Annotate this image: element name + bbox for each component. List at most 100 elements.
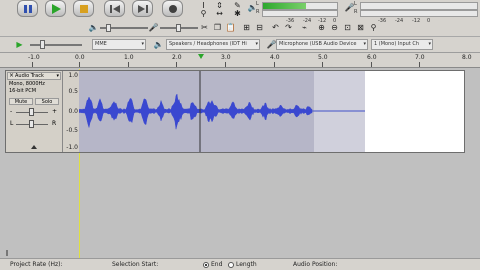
ruler-label: 0.0 bbox=[75, 54, 85, 61]
recording-device-value: Microphone (USB Audio Device bbox=[279, 41, 357, 47]
scale-label: 0.5 bbox=[68, 88, 78, 95]
recording-device-select[interactable]: Microphone (USB Audio Device ▾ bbox=[276, 39, 368, 50]
redo-icon[interactable]: ↷ bbox=[283, 22, 294, 33]
sync-lock-icon[interactable]: ⌁ bbox=[299, 22, 310, 33]
fit-selection-icon[interactable]: ⊡ bbox=[342, 22, 353, 33]
meter-r-label: R bbox=[256, 9, 260, 15]
zoom-toggle-icon[interactable]: ⚲ bbox=[368, 22, 379, 33]
pause-button[interactable] bbox=[17, 0, 38, 17]
scale-label: 0.0 bbox=[68, 108, 78, 115]
chevron-down-icon: ▾ bbox=[56, 73, 59, 79]
ruler-tick bbox=[371, 62, 372, 67]
pause-icon bbox=[24, 5, 32, 13]
skip-to-start-button[interactable] bbox=[104, 0, 125, 17]
playback-level-fill bbox=[263, 3, 306, 9]
record-level-meter-r[interactable] bbox=[360, 10, 478, 17]
close-icon[interactable]: × bbox=[9, 73, 14, 79]
end-label: End bbox=[211, 261, 223, 268]
playback-speed-thumb[interactable] bbox=[40, 40, 45, 49]
track-format-line2: 16-bit PCM bbox=[9, 88, 37, 94]
cut-icon[interactable]: ✂ bbox=[199, 22, 210, 33]
timeline-ruler[interactable]: -1.0 0.0 1.0 2.0 3.0 4.0 5.0 6.0 7.0 8.0 bbox=[0, 53, 480, 68]
chevron-down-icon: ▾ bbox=[141, 41, 144, 47]
record-volume-thumb[interactable] bbox=[176, 24, 181, 32]
record-level-meter[interactable] bbox=[360, 2, 478, 10]
track-area-scrollbar-left[interactable] bbox=[6, 250, 8, 256]
time-shift-tool-icon[interactable]: ↔ bbox=[214, 8, 225, 19]
undo-icon[interactable]: ↶ bbox=[270, 22, 281, 33]
ruler-tick bbox=[225, 62, 226, 67]
silence-icon[interactable]: ⊟ bbox=[254, 22, 265, 33]
multi-tool-icon[interactable]: ✱ bbox=[232, 8, 243, 19]
rec-meter-r-label: R bbox=[354, 9, 358, 15]
ruler-label: 7.0 bbox=[415, 54, 425, 61]
ruler-label: 3.0 bbox=[221, 54, 231, 61]
audio-position-label: Audio Position: bbox=[293, 261, 338, 268]
ruler-tick bbox=[419, 62, 420, 67]
rec-meter-l-label: L bbox=[354, 1, 357, 7]
chevron-down-icon: ▾ bbox=[428, 41, 431, 47]
stop-icon bbox=[80, 5, 88, 13]
output-speaker-icon: 🔈 bbox=[153, 40, 164, 49]
track-name: Audio Track bbox=[15, 73, 44, 79]
selection-start-label: Selection Start: bbox=[112, 261, 159, 268]
playback-device-select[interactable]: Speakers / Headphones (IDT Hi ▾ bbox=[166, 39, 260, 50]
paste-icon[interactable]: 📋 bbox=[225, 22, 236, 33]
length-radio-option[interactable]: Length bbox=[228, 261, 257, 268]
ruler-tick bbox=[322, 62, 323, 67]
mute-button[interactable]: Mute bbox=[9, 98, 33, 105]
ruler-tick bbox=[79, 62, 80, 67]
play-at-speed-icon[interactable]: ▶ bbox=[14, 39, 25, 50]
end-radio-option[interactable]: End bbox=[203, 261, 222, 268]
playback-level-meter-r[interactable] bbox=[262, 10, 338, 17]
ruler-label: 6.0 bbox=[367, 54, 377, 61]
pan-slider-thumb[interactable] bbox=[29, 120, 34, 128]
length-radio[interactable] bbox=[228, 261, 234, 268]
end-radio[interactable] bbox=[203, 261, 209, 268]
play-head-marker[interactable] bbox=[198, 54, 204, 59]
main-toolbar: I ⇕ ✎ ⚲ ↔ ✱ 🔈 L R -36 -24 -12 0 🎤 L R -3… bbox=[0, 0, 480, 37]
playback-speed-slider[interactable] bbox=[30, 44, 82, 46]
record-scale-3: -12 bbox=[412, 18, 421, 24]
copy-icon[interactable]: ❐ bbox=[212, 22, 223, 33]
play-icon bbox=[52, 4, 61, 14]
audio-host-select[interactable]: MME ▾ bbox=[92, 39, 146, 50]
input-channels-value: 1 (Mono) Input Ch bbox=[374, 41, 420, 47]
zoom-tool-icon[interactable]: ⚲ bbox=[198, 8, 209, 19]
input-channels-select[interactable]: 1 (Mono) Input Ch ▾ bbox=[371, 39, 433, 50]
ruler-label: 2.0 bbox=[172, 54, 182, 61]
track-format-line1: Mono, 8000Hz bbox=[9, 81, 45, 87]
skip-end-icon bbox=[138, 5, 148, 13]
ruler-label: -1.0 bbox=[28, 54, 40, 61]
ruler-tick bbox=[176, 62, 177, 67]
collapse-track-icon[interactable] bbox=[31, 145, 37, 149]
play-button[interactable] bbox=[45, 0, 66, 17]
zoom-in-icon[interactable]: ⊕ bbox=[316, 22, 327, 33]
playback-volume-thumb[interactable] bbox=[106, 24, 111, 32]
waveform-display[interactable] bbox=[79, 71, 464, 152]
stop-button[interactable] bbox=[73, 0, 94, 17]
trim-icon[interactable]: ⊞ bbox=[241, 22, 252, 33]
solo-button[interactable]: Solo bbox=[35, 98, 59, 105]
waveform bbox=[79, 71, 365, 152]
chevron-down-icon: ▾ bbox=[255, 41, 258, 47]
skip-start-icon bbox=[110, 5, 120, 13]
gain-plus-label: + bbox=[52, 108, 58, 115]
status-bar: Project Rate (Hz): Selection Start: End … bbox=[0, 258, 480, 270]
pan-right-label: R bbox=[52, 120, 57, 127]
skip-to-end-button[interactable] bbox=[132, 0, 153, 17]
fit-project-icon[interactable]: ⊠ bbox=[355, 22, 366, 33]
record-scale-4: 0 bbox=[427, 18, 431, 24]
playback-level-meter[interactable] bbox=[262, 2, 338, 10]
length-label: Length bbox=[236, 261, 257, 268]
scale-label: -0.5 bbox=[66, 127, 78, 134]
zoom-out-icon[interactable]: ⊖ bbox=[329, 22, 340, 33]
gain-slider-thumb[interactable] bbox=[29, 108, 34, 116]
audio-host-value: MME bbox=[95, 41, 107, 47]
scale-label: -1.0 bbox=[66, 144, 78, 151]
record-scale-1: -36 bbox=[378, 18, 387, 24]
track-name-menu[interactable]: × Audio Track ▾ bbox=[7, 72, 61, 80]
project-rate-label: Project Rate (Hz): bbox=[10, 261, 63, 268]
record-button[interactable] bbox=[162, 0, 183, 17]
chevron-down-icon: ▾ bbox=[363, 41, 366, 47]
